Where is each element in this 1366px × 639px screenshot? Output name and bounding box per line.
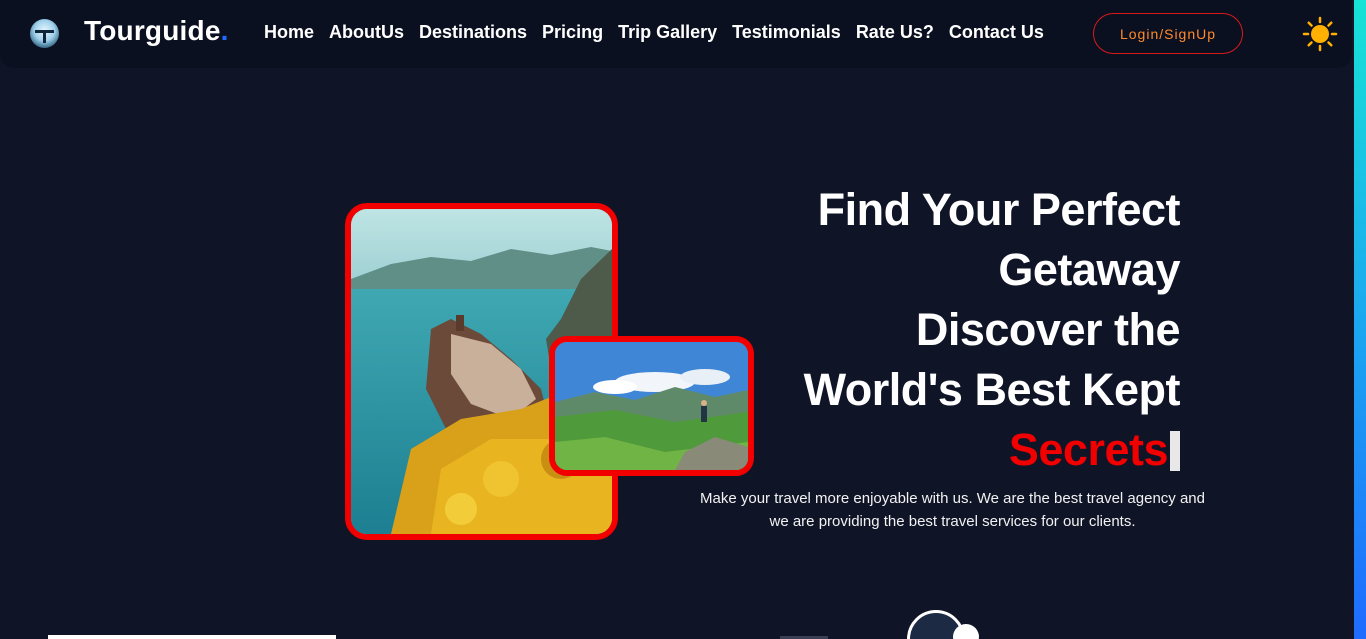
nav-link-rate-us[interactable]: Rate Us?: [856, 22, 934, 43]
scroll-progress-strip: [1354, 0, 1366, 639]
hero-title-line-1: Find Your Perfect: [817, 184, 1181, 235]
brand-dot: .: [220, 15, 229, 46]
nav-link-aboutus[interactable]: AboutUs: [329, 22, 404, 43]
logo-icon[interactable]: [30, 19, 59, 48]
nav-link-trip-gallery[interactable]: Trip Gallery: [618, 22, 717, 43]
carousel-dot[interactable]: [953, 624, 979, 639]
hero-title-line-3: Discover the: [915, 304, 1181, 355]
hero-title: Find Your Perfect Getaway Discover the W…: [740, 180, 1181, 480]
hero-accent-word: Secrets: [1008, 424, 1169, 475]
nav-links: Home AboutUs Destinations Pricing Trip G…: [264, 22, 1059, 43]
nav-link-contact-us[interactable]: Contact Us: [949, 22, 1044, 43]
nav-link-testimonials[interactable]: Testimonials: [732, 22, 841, 43]
brand-name[interactable]: Tourguide.: [84, 15, 229, 47]
brand-text: Tourguide: [84, 15, 221, 46]
hero-description: Make your travel more enjoyable with us.…: [700, 490, 1205, 530]
hero-title-line-4: World's Best Kept: [803, 364, 1181, 415]
hero-title-line-5: Secrets: [740, 420, 1180, 480]
nav-link-destinations[interactable]: Destinations: [419, 22, 527, 43]
nav-link-pricing[interactable]: Pricing: [542, 22, 603, 43]
hero-image-mountain-hiker: [549, 336, 754, 476]
sun-icon[interactable]: [1302, 16, 1338, 52]
hero-title-line-2: Getaway: [998, 244, 1180, 295]
navbar: Tourguide. Home AboutUs Destinations Pri…: [0, 0, 1352, 68]
typing-cursor: [1170, 431, 1180, 471]
login-signup-button[interactable]: Login/SignUp: [1093, 13, 1243, 54]
nav-link-home[interactable]: Home: [264, 22, 314, 43]
section-divider-left: [48, 635, 336, 639]
